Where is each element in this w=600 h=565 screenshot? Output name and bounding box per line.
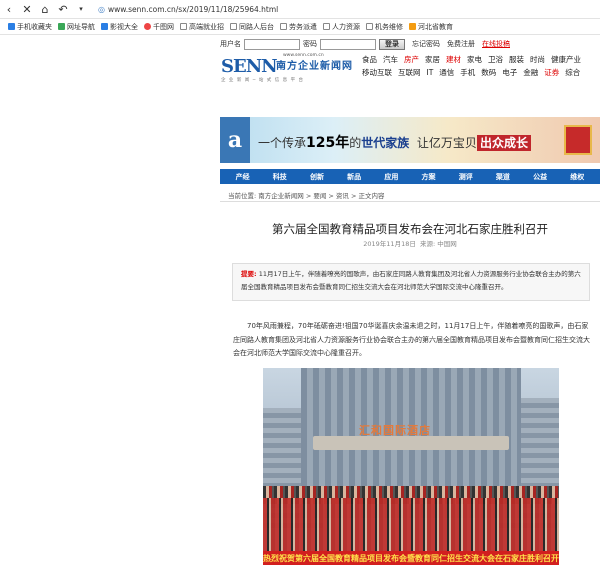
summary-text: 11月17日上午，伴随着嘹亮的国歌声，由石家庄同路人教育集团及河北省人力资源服务… — [241, 270, 581, 291]
gift-box-icon — [564, 125, 592, 155]
article-meta: 2019年11月18日 来源: 中国网 — [220, 238, 600, 248]
bookmark-item[interactable]: 河北省教育 — [409, 22, 453, 32]
category-nav-item[interactable]: 金融 — [523, 68, 538, 77]
forgot-password-link[interactable]: 忘记密码 — [412, 39, 440, 49]
login-button[interactable]: 登录 — [379, 38, 405, 50]
logo-slogan: 企 业 新 闻 ─ 站 式 信 息 平 台 — [221, 78, 305, 83]
online-submit-link[interactable]: 在线投稿 — [482, 39, 510, 49]
category-nav-item[interactable]: 家居 — [425, 55, 440, 64]
bookmark-icon — [409, 23, 416, 30]
category-nav-item[interactable]: 健康产业 — [551, 55, 581, 64]
category-nav-item[interactable]: 家电 — [467, 55, 482, 64]
bookmark-icon — [366, 23, 373, 30]
password-label: 密码 — [303, 40, 317, 48]
article-source: 来源: 中国网 — [419, 240, 457, 248]
category-nav-item[interactable]: 移动互联 — [362, 68, 392, 77]
article-paragraph: 70年风雨兼程，70年砥砺奋进!祖国70华诞喜庆余温未退之时，11月17日上午，… — [233, 322, 590, 357]
category-nav-item[interactable]: 卫浴 — [488, 55, 503, 64]
bookmark-item[interactable]: 劳务派遣 — [280, 22, 317, 32]
bookmark-item[interactable]: 人力资源 — [323, 22, 360, 32]
web-page: 用户名 密码 登录 忘记密码 免费注册 在线投稿 SENN www.senn.c… — [0, 35, 600, 565]
register-link[interactable]: 免费注册 — [447, 39, 475, 49]
photo-banner: 热烈祝贺第六届全国教育精品项目发布会暨教育同仁招生交流大会在石家庄胜利召开 — [263, 551, 559, 565]
category-nav-item[interactable]: 时尚 — [530, 55, 545, 64]
bookmark-icon — [58, 23, 65, 30]
category-nav-item[interactable]: 服装 — [509, 55, 524, 64]
logo-brand: SENN — [221, 56, 278, 77]
globe-icon: ◎ — [98, 4, 105, 14]
bookmark-icon — [280, 23, 287, 30]
bookmark-item[interactable]: 同路人后台 — [230, 22, 274, 32]
main-nav-item[interactable]: 维权 — [570, 172, 584, 182]
chevron-down-icon[interactable]: ▾ — [72, 0, 90, 18]
main-nav-item[interactable]: 方案 — [422, 172, 436, 182]
category-nav-item[interactable]: 综合 — [565, 68, 580, 77]
main-nav-item[interactable]: 科技 — [273, 172, 287, 182]
main-nav-item[interactable]: 新品 — [347, 172, 361, 182]
back-icon[interactable]: ‹ — [0, 0, 18, 18]
category-nav-item[interactable]: 手机 — [460, 68, 475, 77]
category-nav-item[interactable]: 房产 — [404, 55, 419, 64]
home-icon[interactable]: ⌂ — [36, 0, 54, 18]
password-input[interactable] — [320, 38, 376, 50]
bookmark-item[interactable]: 千图网 — [144, 22, 174, 32]
undo-icon[interactable]: ↶ — [54, 0, 72, 18]
bookmark-icon — [180, 23, 187, 30]
category-nav-item[interactable]: 证券 — [544, 68, 559, 77]
breadcrumb: 当前位置: 南方企业新闻网 > 要闻 > 资讯 > 正文内容 — [228, 192, 385, 200]
main-nav-item[interactable]: 测评 — [459, 172, 473, 182]
bookmark-icon — [101, 23, 108, 30]
bookmark-item[interactable]: 影视大全 — [101, 22, 138, 32]
category-nav-item[interactable]: 建材 — [446, 55, 461, 64]
main-nav-item[interactable]: 创新 — [310, 172, 324, 182]
close-icon[interactable]: ✕ — [18, 0, 36, 18]
browser-toolbar: ‹ ✕ ⌂ ↶ ▾ ◎ www.senn.com.cn/sx/2019/11/1… — [0, 0, 600, 19]
username-input[interactable] — [244, 38, 300, 50]
banner-text: 一个传承125年的世代家族 让亿万宝贝 出众成长 — [258, 132, 531, 152]
category-nav-item[interactable]: 数码 — [481, 68, 496, 77]
category-nav-item[interactable]: 通信 — [439, 68, 454, 77]
category-nav-item[interactable]: 汽车 — [383, 55, 398, 64]
bookmark-icon — [230, 23, 237, 30]
article-photo: 汇和国际酒店 热烈祝贺第六届全国教育精品项目发布会暨教育同仁招生交流大会在石家庄… — [263, 368, 559, 565]
address-text: www.senn.com.cn/sx/2019/11/18/25964.html — [107, 4, 279, 14]
main-nav-item[interactable]: 应用 — [384, 172, 398, 182]
category-nav-item[interactable]: IT — [427, 68, 434, 77]
article-date: 2019年11月18日 — [363, 240, 416, 248]
bookmark-icon — [8, 23, 15, 30]
ad-banner[interactable]: a 一个传承125年的世代家族 让亿万宝贝 出众成长 — [220, 117, 600, 163]
main-nav-item[interactable]: 产经 — [236, 172, 250, 182]
summary-lead: 提要: — [241, 270, 257, 278]
site-logo[interactable]: SENN www.senn.com.cn 南方企业新闻网 企 业 新 闻 ─ 站… — [221, 53, 359, 83]
divider — [220, 201, 600, 202]
article-summary: 提要: 11月17日上午，伴随着嘹亮的国歌声，由石家庄同路人教育集团及河北省人力… — [232, 263, 590, 301]
logo-cn-name: 南方企业新闻网 — [276, 61, 353, 72]
hotel-sign: 汇和国际酒店 — [359, 424, 431, 437]
bookmark-icon — [323, 23, 330, 30]
brand-logo-icon: a — [220, 117, 250, 163]
bookmark-item[interactable]: 机务维修 — [366, 22, 403, 32]
bookmark-item[interactable]: 手机收藏夹 — [8, 22, 52, 32]
category-nav: 食品 汽车 房产 家居 建材 家电 卫浴 服装 时尚 健康产业移动互联 互联网 IT 通信 手机 数码 电子金… — [362, 54, 598, 79]
login-bar: 用户名 密码 登录 忘记密码 免费注册 在线投稿 — [220, 37, 600, 51]
bookmark-icon — [144, 23, 151, 30]
category-nav-item[interactable]: 食品 — [362, 55, 377, 64]
bookmarks-bar: 手机收藏夹 网址导航 影视大全 千图网 高端就业招 同路人后台 劳务派遣 人力资… — [0, 19, 600, 35]
main-nav: 产经 科技 创新 新品 应用 方案 测评 渠道 公益 维权 — [220, 169, 600, 184]
category-nav-item[interactable]: 互联网 — [398, 68, 421, 77]
article-title: 第六届全国教育精品项目发布会在河北石家庄胜利召开 — [272, 222, 548, 236]
username-label: 用户名 — [220, 40, 241, 48]
bookmark-item[interactable]: 高端就业招 — [180, 22, 224, 32]
address-bar[interactable]: ◎ www.senn.com.cn/sx/2019/11/18/25964.ht… — [98, 5, 278, 14]
bookmark-item[interactable]: 网址导航 — [58, 22, 95, 32]
main-nav-item[interactable]: 公益 — [533, 172, 547, 182]
category-nav-item[interactable]: 电子 — [502, 68, 517, 77]
main-nav-item[interactable]: 渠道 — [496, 172, 510, 182]
